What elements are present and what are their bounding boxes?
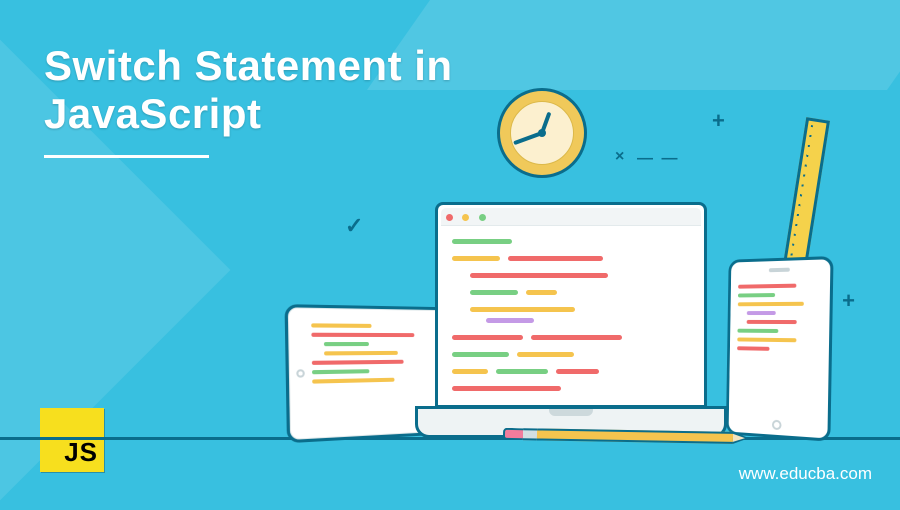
laptop-notch [549,409,593,416]
code-line [311,333,414,337]
code-line [737,346,770,351]
title-line-1: Switch Statement in [44,42,453,89]
window-close-dot-icon [446,214,453,221]
laptop-window-topbar [441,208,701,226]
code-line [556,369,599,374]
window-max-dot-icon [479,214,486,221]
code-line [312,360,404,365]
dash-icon: — — [637,150,679,168]
code-line [496,369,548,374]
x-icon: × [615,148,624,166]
code-line [470,273,608,278]
code-line [531,335,621,340]
code-line [452,256,500,261]
code-line [452,386,561,391]
code-line [517,352,574,357]
clock-center-dot [538,129,546,137]
code-line [452,352,509,357]
phone-speaker-icon [769,268,790,273]
code-line [486,318,534,323]
code-line [452,369,488,374]
window-min-dot-icon [462,214,469,221]
code-line [737,337,797,342]
laptop-device-icon [415,202,727,438]
pencil-tip [733,432,749,444]
code-line [470,307,575,312]
pencil-ferrule [523,428,537,440]
code-line [452,239,512,244]
code-line [312,378,394,384]
js-logo-badge: JS [40,408,104,472]
clock-icon [497,88,587,178]
code-line [311,323,371,328]
js-logo-text: JS [64,437,98,468]
illustration-scene: ✓ × — — + + × + [265,88,865,438]
plus-icon: + [842,288,855,314]
phone-device-icon [726,256,834,442]
phone-screen [736,278,822,417]
code-line [747,311,776,315]
code-line [470,290,518,295]
checkmark-icon: ✓ [345,213,363,239]
website-url: www.educba.com [739,464,872,484]
plus-icon: + [712,108,725,134]
tablet-home-button-icon [296,369,305,378]
pencil-body [537,428,733,443]
code-line [747,320,797,324]
code-line [737,329,778,333]
code-line [324,342,369,346]
code-line [508,256,603,261]
code-line [526,290,557,295]
laptop-screen-frame [435,202,707,408]
phone-home-button-icon [772,420,782,431]
code-line [738,293,775,297]
code-line [312,369,369,374]
title-line-2: JavaScript [44,90,261,137]
code-line [452,335,523,340]
code-line [738,302,804,306]
code-line [738,284,796,289]
code-line [324,351,398,356]
title-underline [44,155,209,158]
laptop-screen [452,233,690,395]
pencil-eraser [503,428,523,440]
